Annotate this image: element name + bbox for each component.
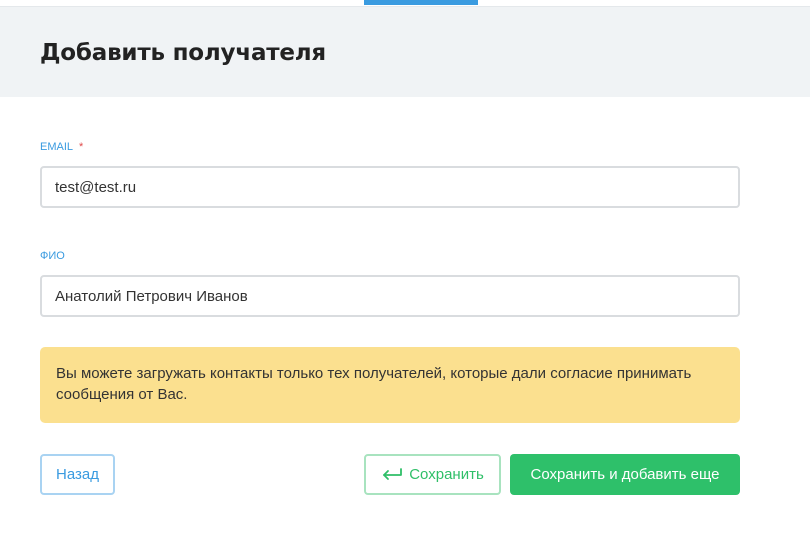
email-label: EMAIL * (40, 141, 83, 153)
email-label-text: EMAIL (40, 141, 74, 153)
back-button-label: Назад (56, 466, 99, 483)
required-mark: * (79, 141, 84, 153)
page-header: Добавить получателя (0, 6, 810, 97)
return-arrow-icon (381, 467, 403, 482)
save-and-add-more-button[interactable]: Сохранить и добавить еще (510, 454, 740, 495)
page-title: Добавить получателя (40, 40, 327, 66)
save-button[interactable]: Сохранить (364, 454, 501, 495)
fio-label: ФИО (40, 250, 65, 262)
consent-notice: Вы можете загружать контакты только тех … (40, 347, 740, 423)
save-button-label: Сохранить (409, 466, 484, 483)
back-button[interactable]: Назад (40, 454, 115, 495)
save-and-add-more-label: Сохранить и добавить еще (530, 466, 720, 483)
fio-field[interactable] (40, 275, 740, 317)
email-field[interactable] (40, 166, 740, 208)
active-tab-indicator (364, 0, 478, 5)
